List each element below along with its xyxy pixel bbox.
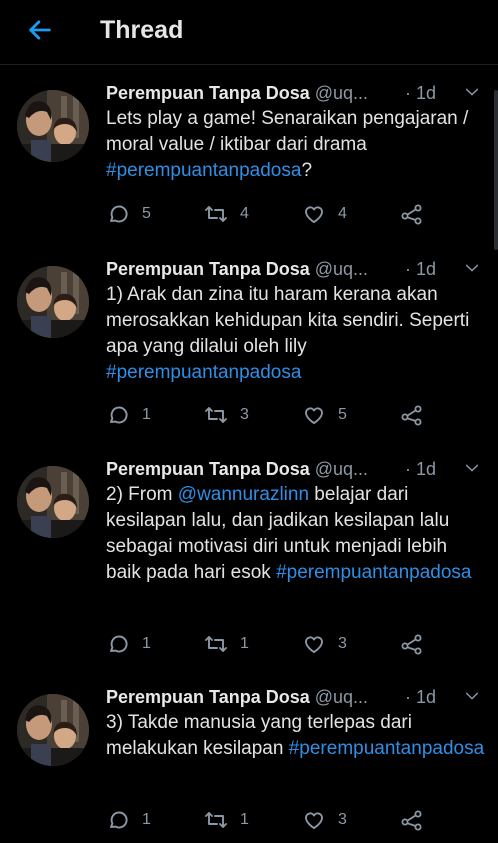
like-button[interactable]: 4 xyxy=(302,201,347,227)
tweet-text-part: 2) From xyxy=(106,484,178,505)
like-button[interactable]: 3 xyxy=(302,631,347,657)
tweet-text: 3) Takde manusia yang terlepas dari mela… xyxy=(106,710,486,762)
retweet-button[interactable]: 3 xyxy=(204,402,249,428)
heart-icon xyxy=(305,636,323,653)
hashtag-link[interactable]: #perempuantanpadosa xyxy=(106,362,301,383)
like-button[interactable]: 3 xyxy=(302,807,347,833)
reply-button[interactable]: 1 xyxy=(106,807,151,833)
share-button[interactable] xyxy=(400,402,424,428)
timestamp[interactable]: · 1d xyxy=(405,256,436,282)
share-button[interactable] xyxy=(400,201,424,227)
tweet-text-part: ? xyxy=(301,160,313,181)
chevron-down-icon[interactable] xyxy=(464,460,480,476)
chevron-down-icon[interactable] xyxy=(464,84,480,100)
retweet-button[interactable]: 1 xyxy=(204,631,249,657)
author-name[interactable]: Perempuan Tanpa Dosa xyxy=(106,459,310,479)
heart-icon xyxy=(305,812,323,829)
author-name[interactable]: Perempuan Tanpa Dosa xyxy=(106,83,310,103)
timestamp[interactable]: · 1d xyxy=(405,684,436,710)
hashtag-link[interactable]: #perempuantanpadosa xyxy=(289,738,484,759)
like-count: 4 xyxy=(338,205,347,222)
reply-icon xyxy=(110,205,128,223)
timestamp[interactable]: · 1d xyxy=(405,80,436,106)
timestamp[interactable]: · 1d xyxy=(405,456,436,482)
avatar[interactable] xyxy=(17,694,89,766)
like-button[interactable]: 5 xyxy=(302,402,347,428)
hashtag-link[interactable]: #perempuantanpadosa xyxy=(276,562,471,583)
reply-count: 5 xyxy=(142,205,151,222)
tweet-header: Perempuan Tanpa Dosa @uq... · 1d xyxy=(106,456,484,482)
tweet[interactable]: Perempuan Tanpa Dosa @uq... · 1d 3) Takd… xyxy=(0,674,498,841)
reply-count: 1 xyxy=(142,635,151,652)
share-icon xyxy=(401,204,422,225)
retweet-button[interactable]: 1 xyxy=(204,807,249,833)
chevron-down-icon[interactable] xyxy=(464,688,480,704)
chevron-down-icon[interactable] xyxy=(464,260,480,276)
author-name[interactable]: Perempuan Tanpa Dosa xyxy=(106,259,310,279)
author-handle: @uq... xyxy=(314,459,369,479)
reply-icon xyxy=(110,406,128,424)
retweet-count: 3 xyxy=(240,406,249,423)
mention-link[interactable]: @wannurazlinn xyxy=(178,484,309,505)
reply-count: 1 xyxy=(142,406,151,423)
tweet-header: Perempuan Tanpa Dosa @uq... · 1d xyxy=(106,256,484,282)
share-button[interactable] xyxy=(400,631,424,657)
arrow-left-icon xyxy=(29,20,51,40)
tweet-header: Perempuan Tanpa Dosa @uq... · 1d xyxy=(106,684,484,710)
hashtag-link[interactable]: #perempuantanpadosa xyxy=(106,160,301,181)
avatar[interactable] xyxy=(17,266,89,338)
share-icon xyxy=(401,634,422,655)
like-count: 3 xyxy=(338,635,347,652)
back-button[interactable] xyxy=(24,14,56,46)
like-count: 5 xyxy=(338,406,347,423)
share-icon xyxy=(401,810,422,831)
retweet-count: 1 xyxy=(240,811,249,828)
page-title: Thread xyxy=(100,16,184,44)
reply-button[interactable]: 1 xyxy=(106,631,151,657)
heart-icon xyxy=(305,206,323,223)
top-bar: Thread xyxy=(0,0,498,65)
tweet[interactable]: Perempuan Tanpa Dosa @uq... · 1d 1) Arak… xyxy=(0,246,498,436)
tweet[interactable]: Perempuan Tanpa Dosa @uq... · 1d Lets pl… xyxy=(0,70,498,235)
retweet-count: 1 xyxy=(240,635,249,652)
share-icon xyxy=(401,405,422,426)
tweet-text-part: 1) Arak dan zina itu haram kerana akan m… xyxy=(106,284,470,357)
tweet-header: Perempuan Tanpa Dosa @uq... · 1d xyxy=(106,80,484,106)
tweet[interactable]: Perempuan Tanpa Dosa @uq... · 1d 2) From… xyxy=(0,446,498,665)
author-handle: @uq... xyxy=(314,687,369,707)
author-name[interactable]: Perempuan Tanpa Dosa xyxy=(106,687,310,707)
retweet-icon xyxy=(205,636,227,652)
share-button[interactable] xyxy=(400,807,424,833)
retweet-icon xyxy=(205,407,227,423)
reply-icon xyxy=(110,635,128,653)
tweet-text: 1) Arak dan zina itu haram kerana akan m… xyxy=(106,282,486,386)
tweet-text-part: Lets play a game! Senaraikan pengajaran … xyxy=(106,108,469,155)
tweet-text: 2) From @wannurazlinn belajar dari kesil… xyxy=(106,482,486,586)
avatar[interactable] xyxy=(17,90,89,162)
retweet-icon xyxy=(205,812,227,828)
reply-button[interactable]: 1 xyxy=(106,402,151,428)
retweet-button[interactable]: 4 xyxy=(204,201,249,227)
tweet-text: Lets play a game! Senaraikan pengajaran … xyxy=(106,106,486,184)
author-handle: @uq... xyxy=(314,259,369,279)
avatar[interactable] xyxy=(17,466,89,538)
retweet-icon xyxy=(205,206,227,222)
reply-count: 1 xyxy=(142,811,151,828)
like-count: 3 xyxy=(338,811,347,828)
retweet-count: 4 xyxy=(240,205,249,222)
author-handle: @uq... xyxy=(314,83,369,103)
reply-icon xyxy=(110,811,128,829)
heart-icon xyxy=(305,407,323,424)
reply-button[interactable]: 5 xyxy=(106,201,151,227)
